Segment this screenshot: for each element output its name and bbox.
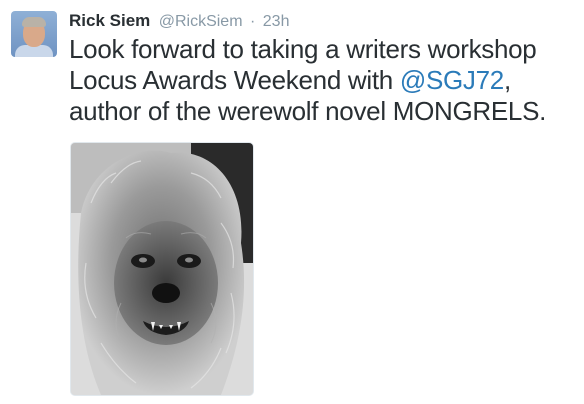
tweet: Rick Siem @RickSiem · 23h Look forward t… [0,0,584,404]
user-handle[interactable]: @RickSiem [159,13,243,30]
tweet-text-line-2: Locus Awards Weekend with @SGJ72, [69,65,574,96]
timestamp[interactable]: 23h [263,13,290,30]
mention-link[interactable]: @SGJ72 [400,65,504,95]
tweet-text-line-2-prefix: Locus Awards Weekend with [69,65,400,95]
tweet-header: Rick Siem @RickSiem · 23h [69,10,289,32]
tweet-text: Look forward to taking a writers worksho… [69,34,574,127]
tweet-text-line-3: author of the werewolf novel MONGRELS. [69,96,547,126]
tweet-photo[interactable] [70,142,254,396]
avatar[interactable] [11,11,57,57]
avatar-hair [22,17,46,27]
separator-dot: · [249,13,256,30]
tweet-text-line-2-suffix: , [503,65,511,95]
werewolf-mask-image [71,143,253,395]
user-name[interactable]: Rick Siem [69,11,150,30]
tweet-text-line-1: Look forward to taking a writers worksho… [69,34,537,64]
